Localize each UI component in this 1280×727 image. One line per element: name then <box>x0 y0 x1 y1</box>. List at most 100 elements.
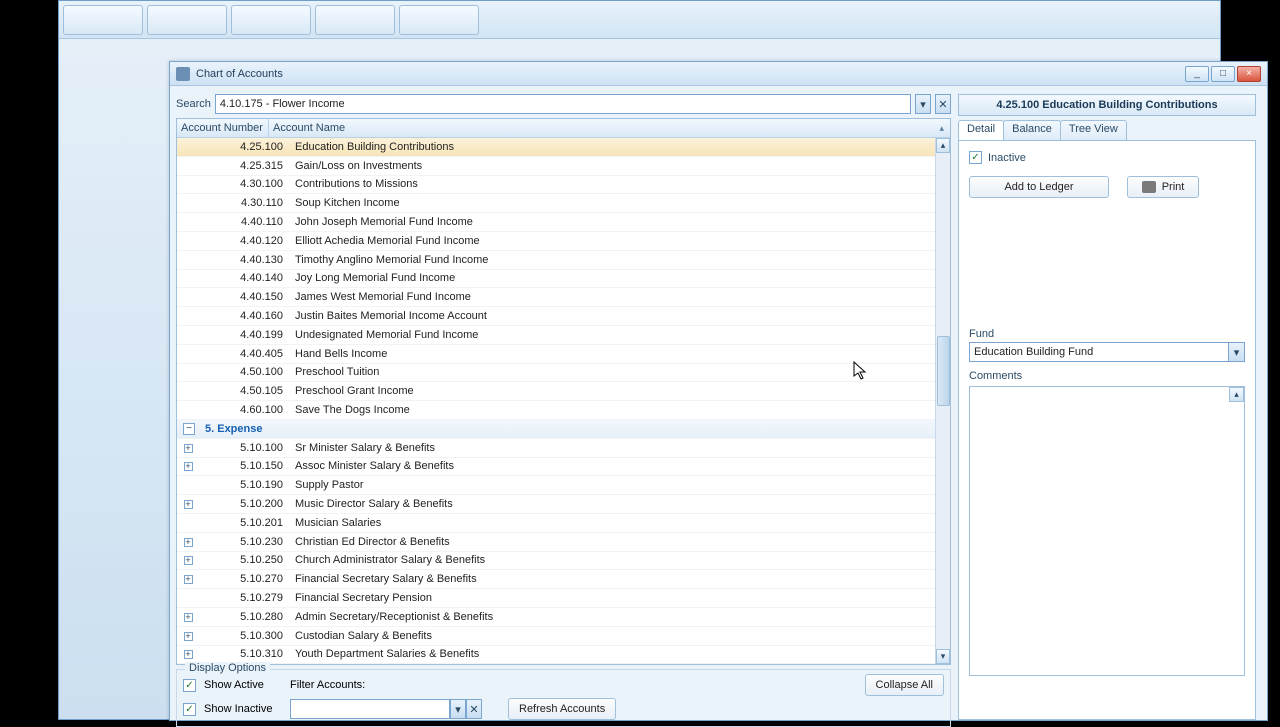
table-row[interactable]: 4.40.140Joy Long Memorial Fund Income <box>177 270 950 289</box>
expand-icon[interactable]: + <box>177 630 199 642</box>
account-number-cell: 4.25.315 <box>199 160 291 172</box>
table-row[interactable]: 5.10.279Financial Secretary Pension <box>177 589 950 608</box>
account-name-cell: Justin Baites Memorial Income Account <box>291 310 950 322</box>
comments-scroll-up-icon[interactable]: ▴ <box>1229 387 1244 402</box>
print-button[interactable]: Print <box>1127 176 1199 198</box>
comments-textarea[interactable]: ▴ <box>969 386 1245 676</box>
filter-accounts-input[interactable] <box>290 699 450 719</box>
search-clear-icon[interactable]: ✕ <box>935 94 951 114</box>
show-active-checkbox[interactable]: ✓ <box>183 679 196 692</box>
comments-label: Comments <box>969 370 1245 382</box>
tab-tree-view[interactable]: Tree View <box>1060 120 1127 140</box>
sort-asc-icon: ▴ <box>939 123 944 134</box>
expand-icon[interactable]: + <box>177 498 199 510</box>
tab-detail[interactable]: Detail <box>958 120 1004 140</box>
expand-icon[interactable]: + <box>177 573 199 585</box>
toolbar-btn-1[interactable] <box>63 5 143 35</box>
table-row[interactable]: 4.40.130Timothy Anglino Memorial Fund In… <box>177 251 950 270</box>
search-dropdown-icon[interactable]: ▾ <box>915 94 931 114</box>
table-row[interactable]: +5.10.270Financial Secretary Salary & Be… <box>177 570 950 589</box>
table-row[interactable]: 4.50.100Preschool Tuition <box>177 364 950 383</box>
group-row-expense[interactable]: −5. Expense <box>177 420 950 439</box>
inactive-label: Inactive <box>988 152 1026 164</box>
table-row[interactable]: 5.10.190Supply Pastor <box>177 476 950 495</box>
table-row[interactable]: 4.40.405Hand Bells Income <box>177 345 950 364</box>
app-frame: Chart of Accounts _ □ × Search ▾ ✕ Accou… <box>58 0 1221 720</box>
table-row[interactable]: 4.25.315Gain/Loss on Investments <box>177 157 950 176</box>
account-number-cell: 5.10.100 <box>199 442 291 454</box>
detail-header: 4.25.100 Education Building Contribution… <box>958 94 1256 116</box>
table-row[interactable]: 5.10.201Musician Salaries <box>177 514 950 533</box>
table-row[interactable]: 4.40.120Elliott Achedia Memorial Fund In… <box>177 232 950 251</box>
close-button[interactable]: × <box>1237 66 1261 82</box>
table-row[interactable]: 4.25.100Education Building Contributions <box>177 138 950 157</box>
grid-scrollbar[interactable]: ▴ ▾ <box>935 138 950 664</box>
table-row[interactable]: 4.50.105Preschool Grant Income <box>177 382 950 401</box>
minimize-button[interactable]: _ <box>1185 66 1209 82</box>
scroll-thumb[interactable] <box>937 336 950 406</box>
expand-icon[interactable]: + <box>177 460 199 472</box>
expand-icon[interactable]: + <box>177 536 199 548</box>
toolbar-btn-3[interactable] <box>231 5 311 35</box>
table-row[interactable]: +5.10.310Youth Department Salaries & Ben… <box>177 646 950 664</box>
account-number-cell: 4.60.100 <box>199 404 291 416</box>
tab-balance[interactable]: Balance <box>1003 120 1061 140</box>
group-label: 5. Expense <box>201 423 262 435</box>
account-name-cell: Custodian Salary & Benefits <box>291 630 950 642</box>
fund-input[interactable] <box>969 342 1229 362</box>
table-row[interactable]: +5.10.250Church Administrator Salary & B… <box>177 552 950 571</box>
expand-icon[interactable]: + <box>177 554 199 566</box>
table-row[interactable]: 4.60.100Save The Dogs Income <box>177 401 950 420</box>
table-row[interactable]: 4.40.160Justin Baites Memorial Income Ac… <box>177 307 950 326</box>
account-number-cell: 4.50.100 <box>199 366 291 378</box>
window-title: Chart of Accounts <box>196 68 283 80</box>
account-number-cell: 5.10.150 <box>199 460 291 472</box>
table-row[interactable]: +5.10.200Music Director Salary & Benefit… <box>177 495 950 514</box>
account-name-cell: Save The Dogs Income <box>291 404 950 416</box>
table-row[interactable]: 4.40.199Undesignated Memorial Fund Incom… <box>177 326 950 345</box>
table-row[interactable]: +5.10.300Custodian Salary & Benefits <box>177 627 950 646</box>
fund-dropdown-icon[interactable]: ▾ <box>1229 342 1245 362</box>
table-row[interactable]: +5.10.230Christian Ed Director & Benefit… <box>177 533 950 552</box>
account-name-cell: John Joseph Memorial Fund Income <box>291 216 950 228</box>
account-name-cell: Church Administrator Salary & Benefits <box>291 554 950 566</box>
collapse-icon[interactable]: − <box>183 423 195 435</box>
account-name-cell: James West Memorial Fund Income <box>291 291 950 303</box>
account-number-cell: 4.40.199 <box>199 329 291 341</box>
account-name-cell: Preschool Tuition <box>291 366 950 378</box>
toolbar-btn-2[interactable] <box>147 5 227 35</box>
table-row[interactable]: 4.30.100Contributions to Missions <box>177 176 950 195</box>
table-row[interactable]: +5.10.280Admin Secretary/Receptionist & … <box>177 608 950 627</box>
search-input[interactable] <box>215 94 911 114</box>
table-row[interactable]: +5.10.100Sr Minister Salary & Benefits <box>177 439 950 458</box>
expand-icon[interactable]: + <box>177 442 199 454</box>
add-to-ledger-button[interactable]: Add to Ledger <box>969 176 1109 198</box>
account-number-cell: 5.10.300 <box>199 630 291 642</box>
filter-dropdown-icon[interactable]: ▾ <box>450 699 466 719</box>
titlebar[interactable]: Chart of Accounts _ □ × <box>170 62 1267 86</box>
scroll-up-icon[interactable]: ▴ <box>936 138 950 153</box>
toolbar-btn-4[interactable] <box>315 5 395 35</box>
fund-combo[interactable]: ▾ <box>969 342 1245 362</box>
column-account-name[interactable]: Account Name ▴ <box>269 119 950 137</box>
filter-clear-icon[interactable]: ✕ <box>466 699 482 719</box>
main-toolbar <box>59 1 1220 39</box>
account-number-cell: 4.50.105 <box>199 385 291 397</box>
toolbar-btn-5[interactable] <box>399 5 479 35</box>
expand-icon[interactable]: + <box>177 611 199 623</box>
inactive-checkbox[interactable]: ✓ <box>969 151 982 164</box>
maximize-button[interactable]: □ <box>1211 66 1235 82</box>
table-row[interactable]: 4.40.150James West Memorial Fund Income <box>177 288 950 307</box>
window-icon <box>176 67 190 81</box>
table-row[interactable]: 4.30.110Soup Kitchen Income <box>177 194 950 213</box>
table-row[interactable]: 4.40.110John Joseph Memorial Fund Income <box>177 213 950 232</box>
scroll-down-icon[interactable]: ▾ <box>936 649 950 664</box>
account-number-cell: 4.40.120 <box>199 235 291 247</box>
collapse-all-button[interactable]: Collapse All <box>865 674 944 696</box>
table-row[interactable]: +5.10.150Assoc Minister Salary & Benefit… <box>177 458 950 477</box>
account-number-cell: 4.30.110 <box>199 197 291 209</box>
column-account-number[interactable]: Account Number <box>177 119 269 137</box>
refresh-accounts-button[interactable]: Refresh Accounts <box>508 698 616 720</box>
show-inactive-checkbox[interactable]: ✓ <box>183 703 196 716</box>
expand-icon[interactable]: + <box>177 648 199 660</box>
